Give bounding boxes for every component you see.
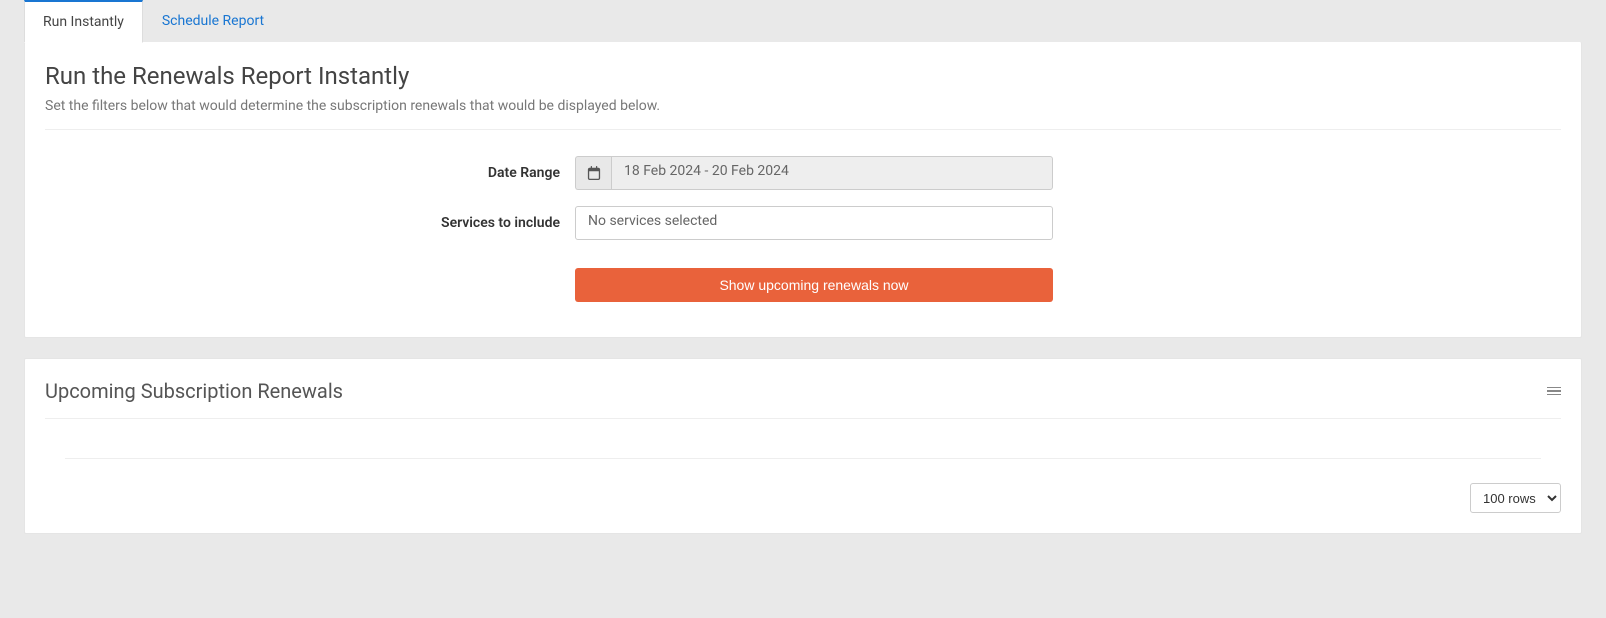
tabs-container: Run Instantly Schedule Report xyxy=(24,0,1582,42)
calendar-icon-addon[interactable] xyxy=(575,156,611,190)
results-title: Upcoming Subscription Renewals xyxy=(45,379,343,403)
services-label: Services to include xyxy=(45,215,575,231)
date-range-label: Date Range xyxy=(45,165,575,181)
date-range-input[interactable]: 18 Feb 2024 - 20 Feb 2024 xyxy=(611,156,1053,190)
rows-per-page-select[interactable]: 100 rows xyxy=(1470,483,1561,513)
menu-icon[interactable] xyxy=(1547,387,1561,396)
panel-header: Run the Renewals Report Instantly Set th… xyxy=(45,62,1561,130)
services-input[interactable]: No services selected xyxy=(575,206,1053,240)
page-subtitle: Set the filters below that would determi… xyxy=(45,98,1561,114)
tab-schedule-report[interactable]: Schedule Report xyxy=(143,0,283,43)
filters-panel: Run the Renewals Report Instantly Set th… xyxy=(24,42,1582,338)
results-panel: Upcoming Subscription Renewals 100 rows xyxy=(24,358,1582,534)
results-header: Upcoming Subscription Renewals xyxy=(45,379,1561,419)
show-renewals-button[interactable]: Show upcoming renewals now xyxy=(575,268,1053,302)
calendar-icon xyxy=(587,166,601,180)
tab-run-instantly[interactable]: Run Instantly xyxy=(24,0,143,43)
form-row-date-range: Date Range 18 Feb 2024 - 20 Feb 2024 xyxy=(45,156,1561,190)
date-range-picker[interactable]: 18 Feb 2024 - 20 Feb 2024 xyxy=(575,156,1053,190)
results-footer: 100 rows xyxy=(45,473,1561,513)
results-body: 100 rows xyxy=(45,419,1561,513)
results-table xyxy=(65,439,1541,459)
page-title: Run the Renewals Report Instantly xyxy=(45,62,1561,90)
form-row-services: Services to include No services selected xyxy=(45,206,1561,240)
